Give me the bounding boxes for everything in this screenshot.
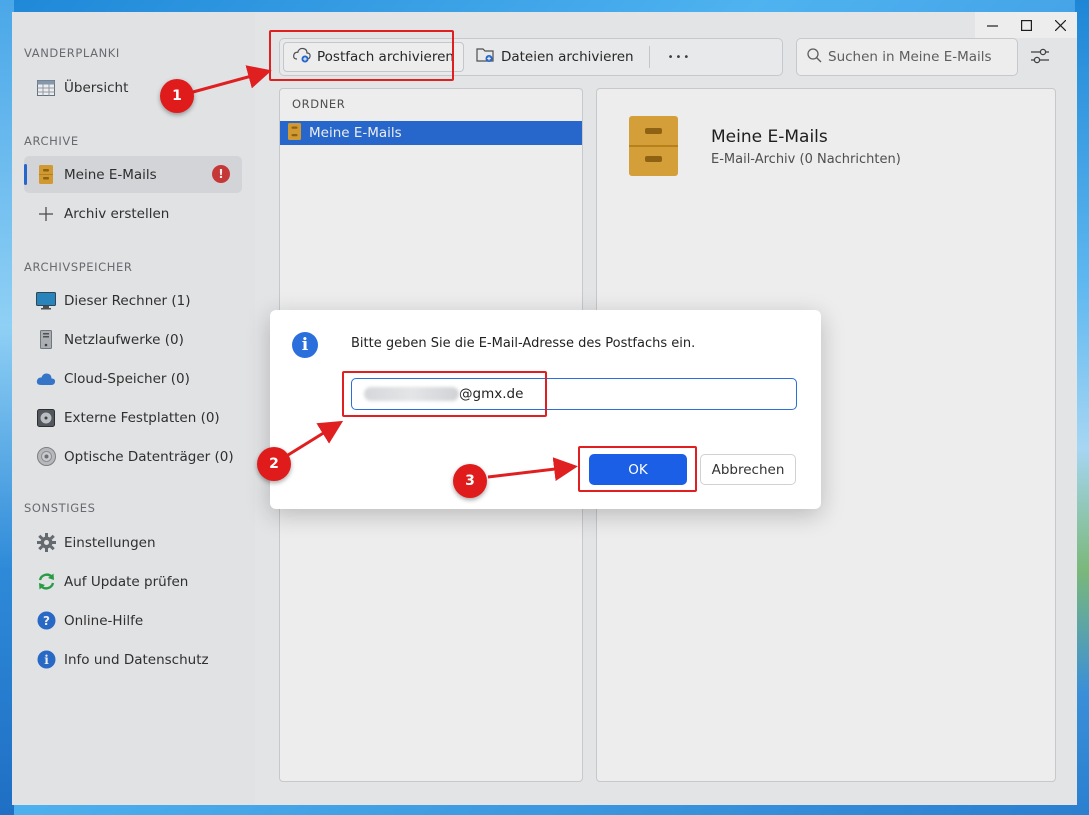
step-marker-1: 1 bbox=[160, 79, 194, 113]
step-marker-3: 3 bbox=[453, 464, 487, 498]
highlight-box-step2 bbox=[342, 371, 547, 417]
highlight-box-step1 bbox=[269, 30, 454, 81]
highlight-box-step3 bbox=[578, 446, 697, 492]
desktop-background-right bbox=[1075, 0, 1089, 815]
dialog-message: Bitte geben Sie die E-Mail-Adresse des P… bbox=[351, 336, 696, 351]
cancel-button[interactable]: Abbrechen bbox=[700, 454, 796, 485]
step-marker-2: 2 bbox=[257, 447, 291, 481]
info-icon: i bbox=[292, 332, 318, 358]
